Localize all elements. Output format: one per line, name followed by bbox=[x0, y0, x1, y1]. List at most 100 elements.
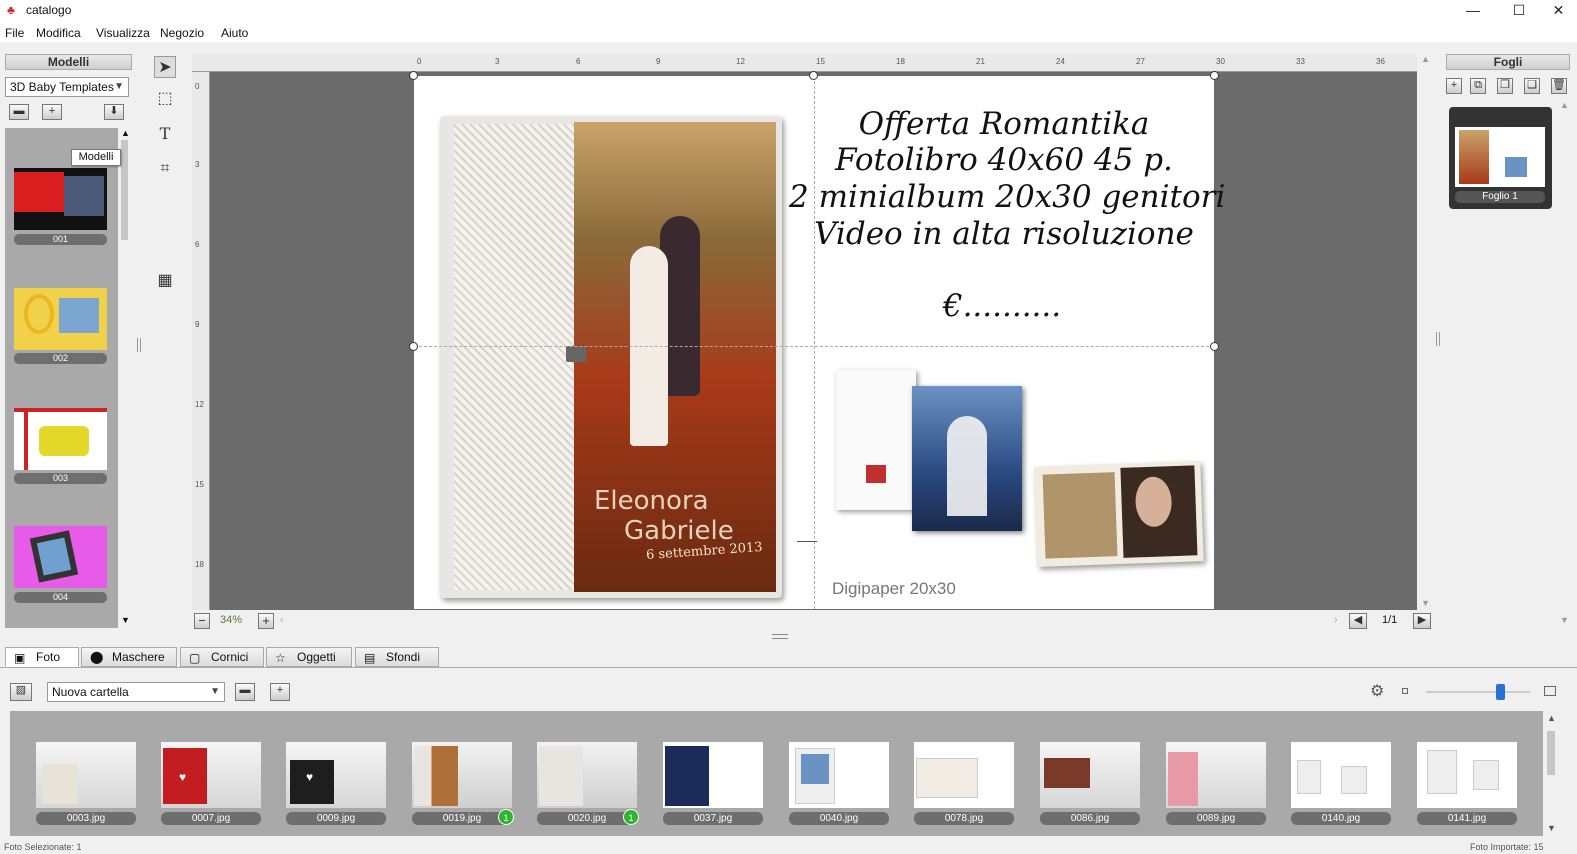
offer-line-3[interactable]: 2 minialbum 20x30 genitori bbox=[789, 179, 1225, 215]
bottom-splitter[interactable] bbox=[772, 634, 788, 639]
menu-visualizza[interactable]: Visualizza bbox=[96, 26, 150, 40]
photo-strip-scrollbar[interactable]: ▲ ▼ bbox=[1545, 711, 1557, 836]
offer-line-2[interactable]: Fotolibro 40x60 45 p. bbox=[804, 142, 1204, 178]
photo-thumb[interactable]: ♥ bbox=[286, 742, 386, 808]
photo-thumb[interactable] bbox=[789, 742, 889, 808]
template-thumb-004[interactable] bbox=[14, 526, 107, 588]
delete-sheet-icon[interactable]: 🗑 bbox=[1551, 78, 1567, 94]
next-page-icon[interactable]: ▶ bbox=[1413, 613, 1431, 629]
resize-handle[interactable] bbox=[409, 342, 418, 351]
photo-thumb[interactable] bbox=[1417, 742, 1517, 808]
photo-label: 0003.jpg bbox=[36, 812, 136, 825]
close-button[interactable]: ✕ bbox=[1540, 0, 1577, 22]
minimize-button[interactable]: — bbox=[1450, 0, 1496, 22]
photo-thumb[interactable] bbox=[537, 742, 637, 808]
scroll-down-icon[interactable]: ▼ bbox=[121, 615, 130, 625]
photo-tab-icon: ▣ bbox=[14, 651, 26, 665]
tab-maschere[interactable]: ⬤ Maschere bbox=[81, 647, 177, 667]
left-splitter[interactable] bbox=[137, 338, 141, 352]
photo-thumb[interactable] bbox=[1166, 742, 1266, 808]
template-list-scrollbar[interactable]: ▲ ▼ bbox=[119, 128, 131, 628]
resize-handle[interactable] bbox=[1210, 71, 1219, 80]
scroll-right-icon[interactable]: › bbox=[1334, 614, 1338, 626]
right-splitter[interactable] bbox=[1436, 332, 1440, 346]
zoom-in-button[interactable]: + bbox=[258, 613, 274, 629]
photo-label: 0019.jpg bbox=[412, 812, 512, 825]
mini-album-white[interactable] bbox=[836, 370, 916, 510]
remove-folder-icon[interactable]: ▬ bbox=[235, 683, 255, 701]
offer-line-4[interactable]: Video in alta risoluzione bbox=[804, 216, 1204, 252]
tab-sfondi[interactable]: ▤ Sfondi bbox=[355, 647, 439, 667]
scroll-up-icon[interactable]: ▲ bbox=[121, 128, 130, 138]
album-page[interactable]: Eleonora Gabriele 6 settembre 2013 Offer… bbox=[414, 76, 1225, 609]
app-icon: ♣ bbox=[7, 3, 15, 17]
paste-sheet-icon[interactable]: ❏ bbox=[1524, 78, 1540, 94]
status-imported: Foto Importate: 15 bbox=[1470, 842, 1544, 852]
photo-thumb[interactable] bbox=[1291, 742, 1391, 808]
download-icon[interactable]: ⬇ bbox=[104, 104, 124, 120]
tab-foto[interactable]: ▣ Foto bbox=[5, 647, 79, 667]
scroll-left-icon[interactable]: ‹ bbox=[280, 614, 284, 626]
offer-price[interactable]: €.......... bbox=[902, 288, 1102, 324]
scroll-down-icon[interactable]: ▼ bbox=[1421, 598, 1430, 608]
workspace-scrollbar[interactable]: ▲ ▼ bbox=[1419, 54, 1431, 610]
menu-modifica[interactable]: Modifica bbox=[36, 26, 81, 40]
menu-negozio[interactable]: Negozio bbox=[160, 26, 204, 40]
add-sheet-icon[interactable]: + bbox=[1446, 78, 1462, 94]
sheet-label: Foglio 1 bbox=[1455, 191, 1545, 203]
crop-tool-icon[interactable]: ⌗ bbox=[154, 158, 176, 180]
slider-thumb[interactable] bbox=[1496, 684, 1505, 700]
mini-album-open[interactable] bbox=[1034, 461, 1204, 567]
menu-aiuto[interactable]: Aiuto bbox=[221, 26, 248, 40]
add-folder-icon[interactable]: + bbox=[270, 683, 290, 701]
tab-oggetti[interactable]: ☆ Oggetti bbox=[266, 647, 352, 667]
template-thumb-001[interactable] bbox=[14, 168, 107, 230]
tab-cornici[interactable]: ▢ Cornici bbox=[180, 647, 264, 667]
zoom-value[interactable]: 34% bbox=[220, 614, 242, 626]
cover-name-2: Gabriele bbox=[624, 516, 734, 546]
photo-thumb[interactable] bbox=[663, 742, 763, 808]
template-category-value: 3D Baby Templates bbox=[10, 80, 114, 94]
settings-gear-icon[interactable]: ⚙ bbox=[1370, 681, 1384, 701]
resize-handle[interactable] bbox=[409, 71, 418, 80]
duplicate-sheet-icon[interactable]: ⧉ bbox=[1470, 78, 1486, 94]
template-thumb-003[interactable] bbox=[14, 408, 107, 470]
marquee-tool-icon[interactable]: ⬚ bbox=[154, 88, 176, 110]
scroll-thumb[interactable] bbox=[121, 140, 128, 240]
zoom-out-button[interactable]: − bbox=[194, 613, 210, 629]
photo-thumb[interactable] bbox=[1040, 742, 1140, 808]
template-label: 003 bbox=[14, 473, 107, 484]
caption-text[interactable]: Digipaper 20x30 bbox=[832, 579, 956, 599]
photo-thumb[interactable]: ♥ bbox=[161, 742, 261, 808]
scroll-up-icon[interactable]: ▲ bbox=[1421, 54, 1430, 64]
monogram-icon bbox=[566, 346, 586, 362]
text-tool-icon[interactable]: T bbox=[154, 123, 176, 145]
sheets-scrollbar[interactable]: ▲ ▼ bbox=[1558, 100, 1570, 628]
usage-badge: 1 bbox=[623, 809, 639, 825]
small-size-icon bbox=[1402, 688, 1408, 694]
menu-file[interactable]: File bbox=[5, 26, 24, 40]
prev-page-icon[interactable]: ◀ bbox=[1349, 613, 1367, 629]
offer-line-1[interactable]: Offerta Romantika bbox=[804, 106, 1204, 142]
add-folder-icon[interactable]: + bbox=[42, 104, 62, 120]
sheet-thumb[interactable]: Foglio 1 bbox=[1449, 107, 1552, 209]
mini-album-blue[interactable] bbox=[912, 386, 1022, 531]
photo-thumb[interactable] bbox=[412, 742, 512, 808]
image-icon[interactable]: ▨ bbox=[10, 683, 32, 701]
grid-tool-icon[interactable]: ▦ bbox=[154, 270, 176, 292]
maximize-button[interactable]: ☐ bbox=[1496, 0, 1542, 22]
copy-sheet-icon[interactable]: ❐ bbox=[1497, 78, 1513, 94]
photo-thumb[interactable] bbox=[914, 742, 1014, 808]
remove-folder-icon[interactable]: ▬ bbox=[9, 104, 29, 120]
template-category-select[interactable]: 3D Baby Templates ▼ bbox=[5, 77, 129, 97]
photo-label: 0078.jpg bbox=[914, 812, 1014, 825]
template-thumb-002[interactable] bbox=[14, 288, 107, 350]
thumb-size-slider[interactable] bbox=[1426, 691, 1530, 693]
zoom-bar: − 34% + ‹ › ◀ 1/1 ▶ bbox=[192, 611, 1431, 631]
select-tool-icon[interactable]: ➤ bbox=[154, 56, 176, 78]
photo-thumb[interactable] bbox=[36, 742, 136, 808]
resize-handle[interactable] bbox=[809, 71, 818, 80]
folder-select[interactable]: Nuova cartella ▼ bbox=[47, 682, 225, 702]
resize-handle[interactable] bbox=[1210, 342, 1219, 351]
album-cover-image[interactable]: Eleonora Gabriele 6 settembre 2013 bbox=[440, 116, 782, 598]
